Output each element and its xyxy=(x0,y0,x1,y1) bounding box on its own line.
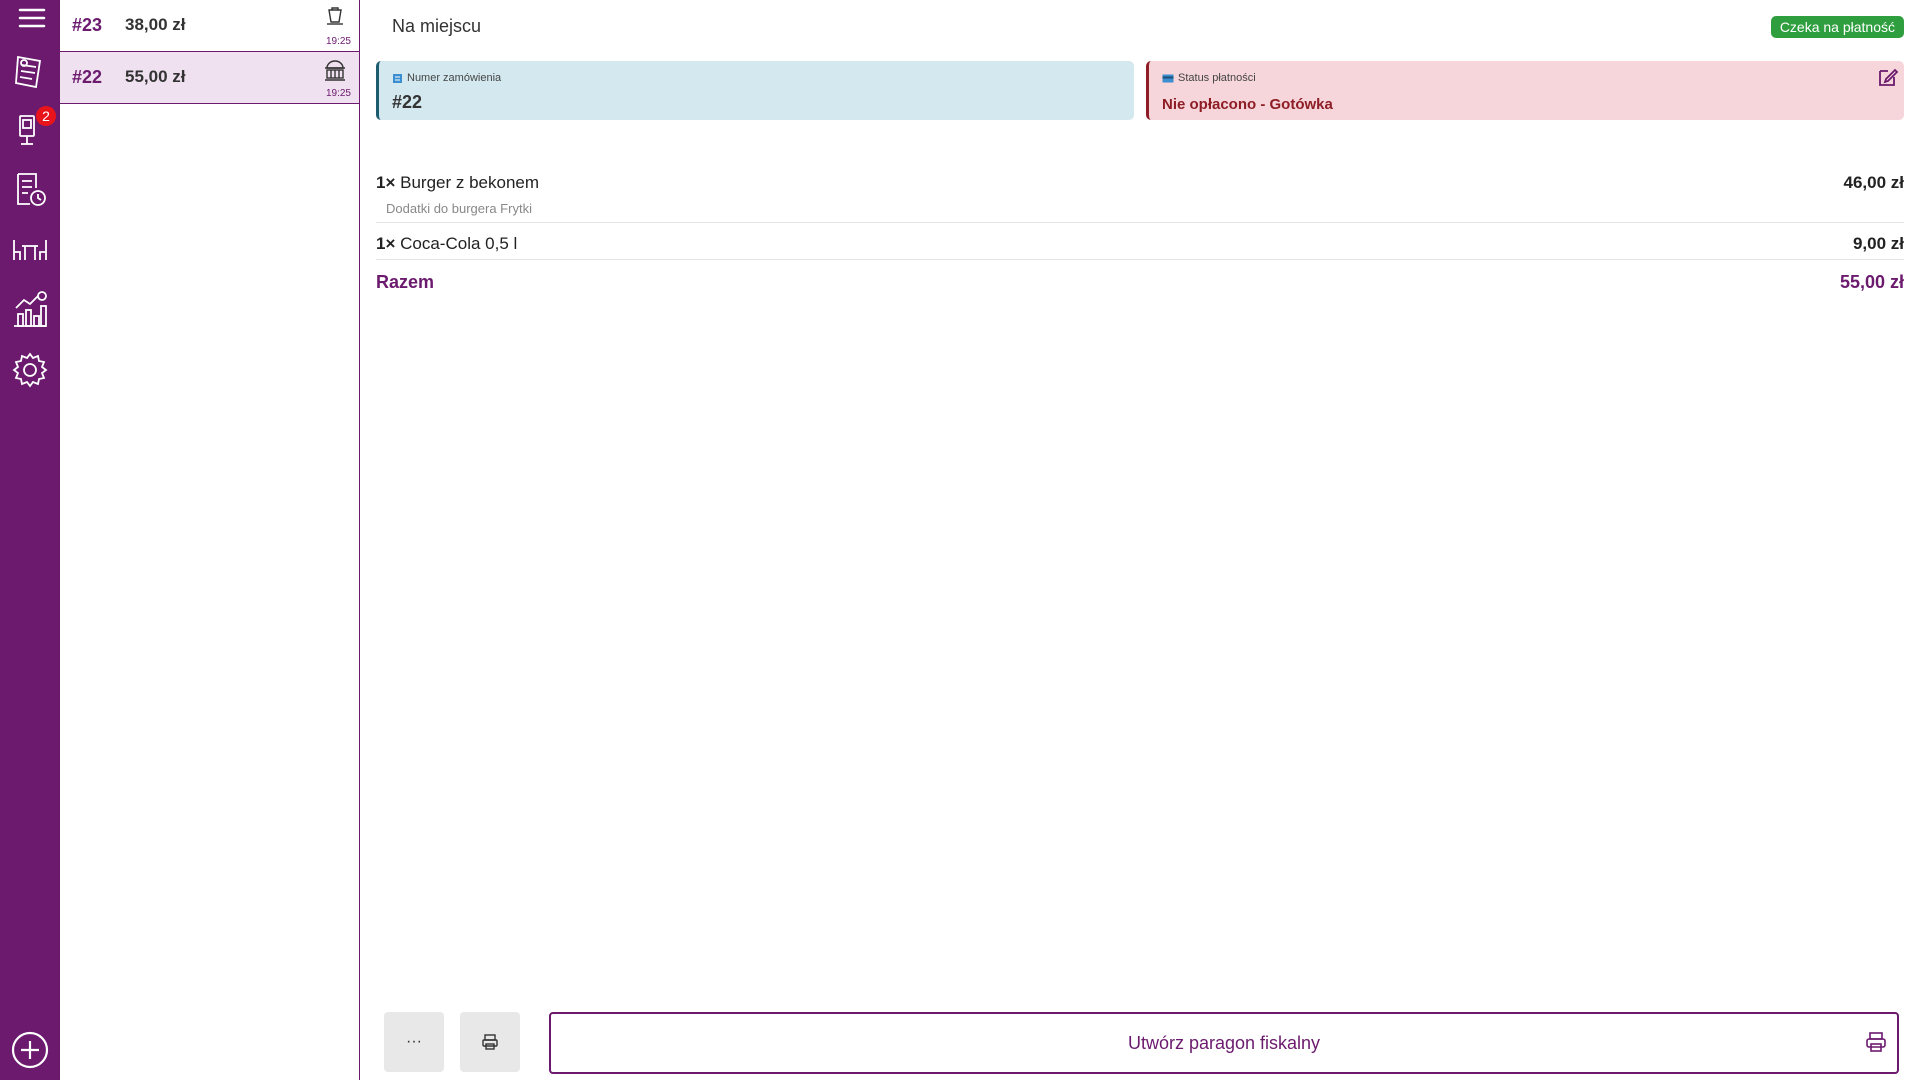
orders-receipt-icon[interactable] xyxy=(8,49,52,93)
item-price: 9,00 zł xyxy=(1852,234,1904,253)
order-row-selected[interactable]: #22 55,00 zł 19:25 xyxy=(60,52,359,104)
create-fiscal-receipt-button[interactable]: Utwórz paragon fiskalny xyxy=(549,1012,1899,1074)
kiosk-icon[interactable]: 2 xyxy=(8,106,56,152)
takeaway-icon xyxy=(327,7,343,25)
order-number-label: Numer zamówienia xyxy=(407,72,502,84)
order-number-value: #22 xyxy=(392,92,423,112)
settings-gear-icon[interactable] xyxy=(8,348,52,392)
print-button[interactable] xyxy=(460,1012,520,1072)
item-name: Burger z bekonem xyxy=(400,173,540,192)
left-navigation-rail: 2 xyxy=(0,0,60,1080)
hamburger-menu-icon[interactable] xyxy=(8,0,52,44)
order-number-icon xyxy=(393,73,402,83)
add-circle-icon[interactable] xyxy=(8,1028,52,1072)
status-badge: Czeka na płatność xyxy=(1770,16,1904,38)
list-item: 1× Burger z bekonem Dodatki do burgera F… xyxy=(376,162,1904,222)
payment-status-value: Nie opłacono - Gotówka xyxy=(1162,96,1333,113)
item-quantity: 1× xyxy=(376,234,396,253)
order-number: #22 xyxy=(72,67,103,87)
printer-icon xyxy=(1866,1032,1886,1052)
total-value: 55,00 zł xyxy=(1839,272,1904,292)
order-amount: 55,00 zł xyxy=(125,67,186,86)
order-items-list: 1× Burger z bekonem Dodatki do burgera F… xyxy=(376,162,1904,300)
order-history-icon[interactable] xyxy=(8,168,52,212)
payment-status-card: Status płatności Nie opłacono - Gotówka xyxy=(1146,61,1904,120)
order-type-label: Na miejscu xyxy=(392,16,482,36)
tables-icon[interactable] xyxy=(8,228,52,272)
order-amount: 38,00 zł xyxy=(125,15,186,34)
order-time: 19:25 xyxy=(325,88,351,99)
total-label: Razem xyxy=(376,272,435,292)
statistics-icon[interactable] xyxy=(8,288,52,332)
item-modifiers: Dodatki do burgera Frytki xyxy=(386,201,532,216)
list-item: 1× Coca-Cola 0,5 l 9,00 zł xyxy=(376,223,1904,259)
item-name: Coca-Cola 0,5 l xyxy=(400,234,518,253)
item-price: 46,00 zł xyxy=(1843,173,1905,192)
order-number: #23 xyxy=(72,15,103,35)
notification-badge: 2 xyxy=(36,106,56,126)
credit-card-icon xyxy=(1162,74,1174,82)
edit-icon[interactable] xyxy=(1876,65,1900,89)
printer-icon xyxy=(482,1034,498,1050)
order-detail-panel: Na miejscu Czeka na płatność Numer zamów… xyxy=(360,0,1920,1080)
order-list: #23 38,00 zł 19:25 #22 55,00 zł 19:25 xyxy=(60,0,360,1080)
order-number-card: Numer zamówienia #22 xyxy=(376,61,1134,120)
order-row[interactable]: #23 38,00 zł 19:25 xyxy=(60,0,359,52)
fiscal-button-label: Utwórz paragon fiskalny xyxy=(1127,1032,1321,1053)
total-row: Razem 55,00 zł xyxy=(376,260,1904,300)
order-time: 19:25 xyxy=(325,36,351,47)
more-options-button[interactable]: ··· xyxy=(384,1012,444,1072)
payment-status-label: Status płatności xyxy=(1178,72,1256,84)
item-quantity: 1× xyxy=(376,173,396,192)
dine-in-icon xyxy=(325,60,345,81)
